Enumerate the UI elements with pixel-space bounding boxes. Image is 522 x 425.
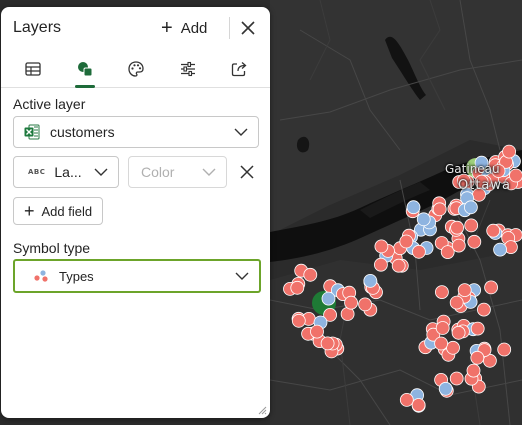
customer-point[interactable] <box>509 168 522 183</box>
customer-point[interactable] <box>472 187 486 202</box>
shapes-icon <box>78 62 93 77</box>
customer-point[interactable] <box>474 174 489 189</box>
customer-point[interactable] <box>476 302 491 317</box>
symbol-type-label: Symbol type <box>13 240 91 256</box>
customer-point[interactable] <box>451 238 466 253</box>
symbol-type-value: Types <box>59 268 94 284</box>
plus-icon: + <box>161 17 173 39</box>
add-button[interactable]: + Add <box>161 16 207 40</box>
chevron-down-icon <box>94 168 108 176</box>
customer-point[interactable] <box>303 267 318 282</box>
panel-tabs <box>1 51 270 88</box>
sliders-icon <box>181 61 195 77</box>
abc-icon: ABC <box>28 168 46 176</box>
customer-point[interactable] <box>484 280 499 295</box>
active-layer-select[interactable]: customers <box>13 116 259 148</box>
share-icon <box>231 62 247 77</box>
customer-point[interactable] <box>291 313 306 328</box>
customer-point[interactable] <box>467 234 482 249</box>
customer-point[interactable] <box>310 324 324 339</box>
color-field-placeholder: Color <box>141 164 175 180</box>
add-field-label: Add field <box>41 203 93 219</box>
customer-point[interactable] <box>321 291 336 306</box>
label-field-value: La... <box>54 164 82 180</box>
customer-point[interactable] <box>411 398 426 412</box>
customer-point[interactable] <box>491 164 506 178</box>
remove-field-close-icon[interactable] <box>239 164 255 180</box>
add-field-button[interactable]: + Add field <box>13 197 103 225</box>
active-layer-label: Active layer <box>13 96 86 112</box>
customer-point[interactable] <box>363 273 378 288</box>
customer-point[interactable] <box>470 350 485 365</box>
tab-symbology[interactable] <box>65 51 105 88</box>
customer-point[interactable] <box>456 173 471 188</box>
tab-share[interactable] <box>219 51 259 87</box>
panel-title: Layers <box>13 19 62 36</box>
customer-point[interactable] <box>432 202 447 217</box>
customer-point[interactable] <box>457 283 472 298</box>
chevron-down-icon <box>202 168 216 176</box>
customer-point[interactable] <box>320 336 335 351</box>
customer-point[interactable] <box>373 257 388 272</box>
chevron-down-icon <box>234 128 248 136</box>
customer-point[interactable] <box>497 342 512 357</box>
customer-point[interactable] <box>449 371 464 386</box>
customer-point[interactable] <box>466 363 481 378</box>
layers-panel: Layers + Add Active layer customers ABC … <box>1 7 270 418</box>
tab-filter[interactable] <box>168 51 208 87</box>
customer-point[interactable] <box>493 242 508 257</box>
panel-header: Layers + Add <box>1 7 270 49</box>
active-layer-value: customers <box>50 124 115 140</box>
types-icon <box>34 270 48 282</box>
customer-point[interactable] <box>464 218 479 233</box>
customer-point[interactable] <box>449 295 464 310</box>
tab-style[interactable] <box>116 51 156 87</box>
label-field-select[interactable]: ABC La... <box>13 156 119 188</box>
customer-point[interactable] <box>374 239 389 254</box>
customer-point[interactable] <box>470 321 485 336</box>
table-icon <box>25 62 41 76</box>
customer-point[interactable] <box>435 321 450 335</box>
palette-icon <box>128 61 144 77</box>
customer-point[interactable] <box>290 280 305 295</box>
close-icon[interactable] <box>239 19 257 37</box>
customer-point[interactable] <box>399 234 414 249</box>
customer-point[interactable] <box>474 155 489 170</box>
customer-point[interactable] <box>502 144 517 159</box>
header-divider <box>229 17 230 39</box>
tab-table[interactable] <box>13 51 53 87</box>
customer-point[interactable] <box>486 223 501 238</box>
customer-point[interactable] <box>451 325 466 340</box>
symbol-type-select[interactable]: Types <box>13 259 261 293</box>
excel-icon <box>24 124 40 140</box>
customer-point[interactable] <box>438 381 453 396</box>
customer-point[interactable] <box>344 295 359 310</box>
customer-point[interactable] <box>434 285 449 300</box>
customer-point[interactable] <box>399 392 414 407</box>
customer-point[interactable] <box>358 297 373 312</box>
add-button-label: Add <box>180 19 208 37</box>
chevron-down-icon <box>235 272 249 280</box>
plus-icon: + <box>24 201 35 221</box>
customer-point[interactable] <box>391 258 406 273</box>
customer-point[interactable] <box>463 200 478 215</box>
resize-handle[interactable] <box>257 405 267 415</box>
customer-point[interactable] <box>450 220 465 235</box>
customer-point[interactable] <box>406 200 421 215</box>
customer-point[interactable] <box>434 336 449 351</box>
color-field-select[interactable]: Color <box>128 156 227 188</box>
customer-point[interactable] <box>446 340 460 355</box>
customer-point[interactable] <box>416 212 431 227</box>
customer-point[interactable] <box>411 244 426 259</box>
